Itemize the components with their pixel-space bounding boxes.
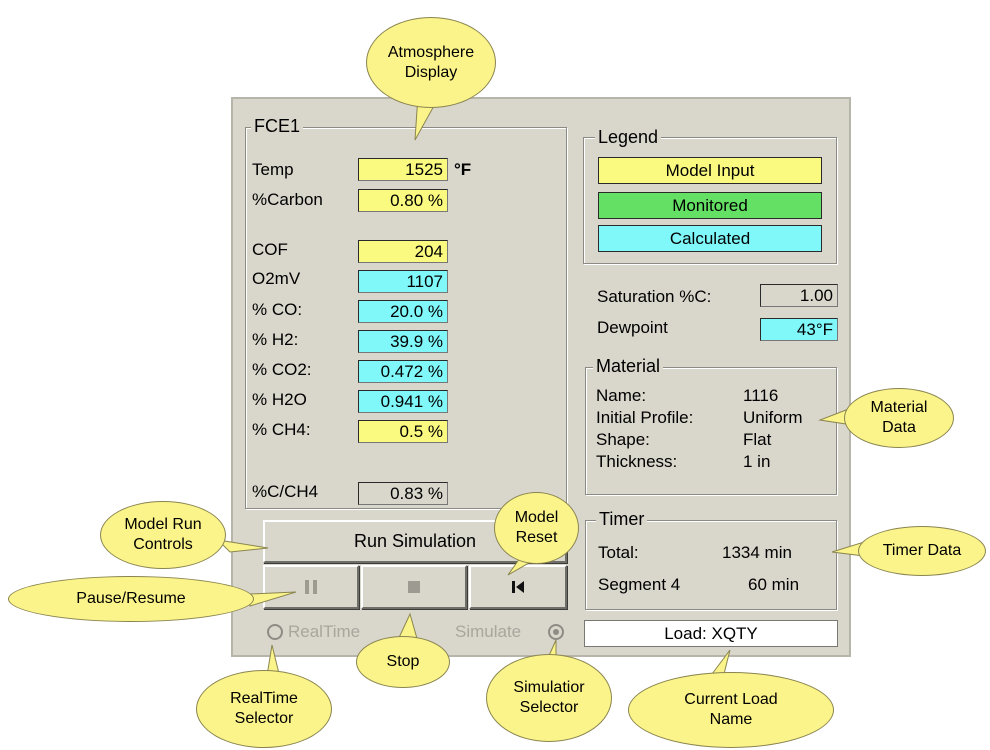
model-reset-callout-text: Model Reset [514,509,559,546]
pause-resume-callout: Pause/Resume [8,576,254,622]
realtime-selector-callout-text: RealTime Selector [230,690,298,727]
pause-resume-callout-text: Pause/Resume [76,590,186,607]
stop-callout-text: Stop [386,653,420,670]
material-pointer [818,409,847,425]
realtime-selector-callout: RealTime Selector [196,670,332,748]
callout-pointers [216,94,865,691]
model-run-controls-callout-text: Model Run Controls [124,516,202,553]
simulation-selector-callout: Simulatior Selector [486,654,612,742]
pause-pointer [249,591,297,607]
timer-data-callout: Timer Data [858,526,986,576]
material-data-callout-text: Material Data [870,399,928,436]
model-reset-callout: Model Reset [494,492,579,564]
atmosphere-display-callout: Atmosphere Display [366,17,496,108]
stop-callout: Stop [356,636,450,688]
current-load-name-callout: Current Load Name [628,672,834,748]
current-load-name-callout-text: Current Load Name [684,691,778,728]
atmosphere-display-callout-text: Atmosphere Display [387,43,475,81]
simulation-selector-callout-text: Simulatior Selector [513,679,585,716]
model-run-controls-callout: Model Run Controls [100,501,226,569]
model-run-pointer [216,539,269,553]
timer-data-callout-text: Timer Data [882,542,962,559]
material-data-callout: Material Data [844,388,954,448]
